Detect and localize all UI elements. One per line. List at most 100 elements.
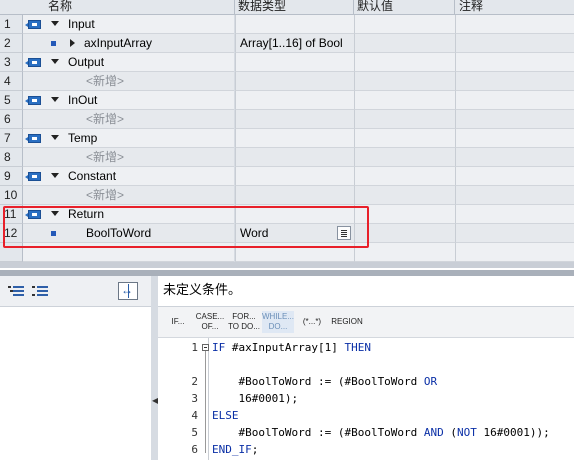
default-value-cell[interactable] [354,186,455,205]
column-header-comment[interactable]: 注释 [459,0,483,13]
triangle-down-icon[interactable] [51,21,59,26]
comment-cell[interactable] [455,15,574,34]
row-number[interactable]: 3 [0,53,23,72]
column-header-datatype[interactable]: 数据类型 [238,0,286,13]
triangle-right-icon[interactable] [70,39,75,47]
row-number[interactable]: 7 [0,129,23,148]
datatype-cell[interactable] [235,110,354,129]
default-value-cell[interactable] [354,91,455,110]
code-line[interactable]: #BoolToWord := (#BoolToWord AND (NOT 16#… [212,424,549,441]
comment-cell[interactable] [455,72,574,91]
comment-cell[interactable] [455,205,574,224]
keyword-comment-button[interactable]: (*...*) [297,311,327,333]
keyword-while-button[interactable]: WHILE... DO... [262,311,294,333]
datatype-cell[interactable] [235,72,354,91]
comment-cell[interactable] [455,167,574,186]
table-row[interactable]: 9 Constant [0,167,574,186]
name-cell[interactable]: InOut [23,91,234,110]
add-new-placeholder[interactable]: <新增> [86,110,124,129]
table-row[interactable]: 11 Return [0,205,574,224]
table-row[interactable]: 6 <新增> [0,110,574,129]
vertical-scrollbar[interactable]: ◀ [151,276,158,460]
name-cell[interactable]: Temp [23,129,234,148]
name-cell[interactable]: <新增> [23,72,234,91]
default-value-cell[interactable] [354,110,455,129]
datatype-cell[interactable] [235,148,354,167]
name-cell[interactable]: Input [23,15,234,34]
comment-cell[interactable] [455,243,574,262]
table-row[interactable]: 10 <新增> [0,186,574,205]
name-cell[interactable]: axInputArray [23,34,234,53]
row-number[interactable]: 1 [0,15,23,34]
name-cell[interactable]: Return [23,205,234,224]
table-row[interactable]: 12 BoolToWord Word [0,224,574,243]
table-row[interactable]: 1 Input [0,15,574,34]
table-row[interactable]: 2 axInputArray Array[1..16] of Bool [0,34,574,53]
default-value-cell[interactable] [354,72,455,91]
add-new-placeholder[interactable]: <新增> [86,148,124,167]
comment-cell[interactable] [455,91,574,110]
default-value-cell[interactable] [354,34,455,53]
datatype-cell[interactable] [235,167,354,186]
triangle-down-icon[interactable] [51,173,59,178]
table-row[interactable]: 7 Temp [0,129,574,148]
keyword-if-button[interactable]: IF... [166,311,190,333]
datatype-cell[interactable] [235,15,354,34]
add-new-placeholder[interactable]: <新增> [86,186,124,205]
row-number[interactable]: 2 [0,34,23,53]
split-view-icon[interactable] [118,282,138,300]
name-cell[interactable]: <新增> [23,186,234,205]
table-row[interactable]: 3 Output [0,53,574,72]
name-cell[interactable]: BoolToWord [23,224,234,243]
default-value-cell[interactable] [354,148,455,167]
indent-icon[interactable] [8,284,24,297]
keyword-for-button[interactable]: FOR... TO DO... [228,311,260,333]
row-number[interactable]: 12 [0,224,23,243]
code-area[interactable]: 1 IF #axInputArray[1] THEN 2 #BoolToWord :… [158,338,574,460]
code-line[interactable]: END_IF; [212,441,258,458]
code-line[interactable]: 16#0001); [212,390,298,407]
row-number[interactable]: 9 [0,167,23,186]
triangle-down-icon[interactable] [51,59,59,64]
datatype-cell[interactable] [235,243,354,262]
comment-cell[interactable] [455,224,574,243]
row-number[interactable]: 6 [0,110,23,129]
default-value-cell[interactable] [354,167,455,186]
row-number[interactable] [0,243,23,262]
keyword-case-button[interactable]: CASE... OF... [194,311,226,333]
fold-toggle-icon[interactable] [202,344,209,351]
name-cell[interactable]: Output [23,53,234,72]
comment-cell[interactable] [455,148,574,167]
datatype-cell[interactable] [235,91,354,110]
comment-cell[interactable] [455,129,574,148]
datatype-cell[interactable]: Array[1..16] of Bool [235,34,354,53]
column-header-name[interactable]: 名称 [48,0,72,13]
add-new-placeholder[interactable]: <新增> [86,72,124,91]
list-picker-icon[interactable] [337,226,351,240]
row-number[interactable]: 5 [0,91,23,110]
keyword-region-button[interactable]: REGION [330,311,364,333]
code-line[interactable]: ELSE [212,407,239,424]
triangle-down-icon[interactable] [51,135,59,140]
datatype-cell[interactable] [235,186,354,205]
name-cell[interactable] [23,243,234,262]
default-value-cell[interactable] [354,205,455,224]
datatype-cell[interactable] [235,205,354,224]
triangle-down-icon[interactable] [51,97,59,102]
horizontal-scrollbar[interactable] [0,262,574,268]
name-cell[interactable]: Constant [23,167,234,186]
comment-cell[interactable] [455,53,574,72]
comment-cell[interactable] [455,110,574,129]
default-value-cell[interactable] [354,15,455,34]
default-value-cell[interactable] [354,243,455,262]
name-cell[interactable]: <新增> [23,148,234,167]
default-value-cell[interactable] [354,129,455,148]
outdent-icon[interactable] [32,284,48,297]
table-row[interactable]: 5 InOut [0,91,574,110]
code-line[interactable]: #BoolToWord := (#BoolToWord OR [212,373,437,390]
comment-cell[interactable] [455,34,574,53]
datatype-cell[interactable] [235,53,354,72]
triangle-down-icon[interactable] [51,211,59,216]
datatype-cell[interactable] [235,129,354,148]
row-number[interactable]: 11 [0,205,23,224]
